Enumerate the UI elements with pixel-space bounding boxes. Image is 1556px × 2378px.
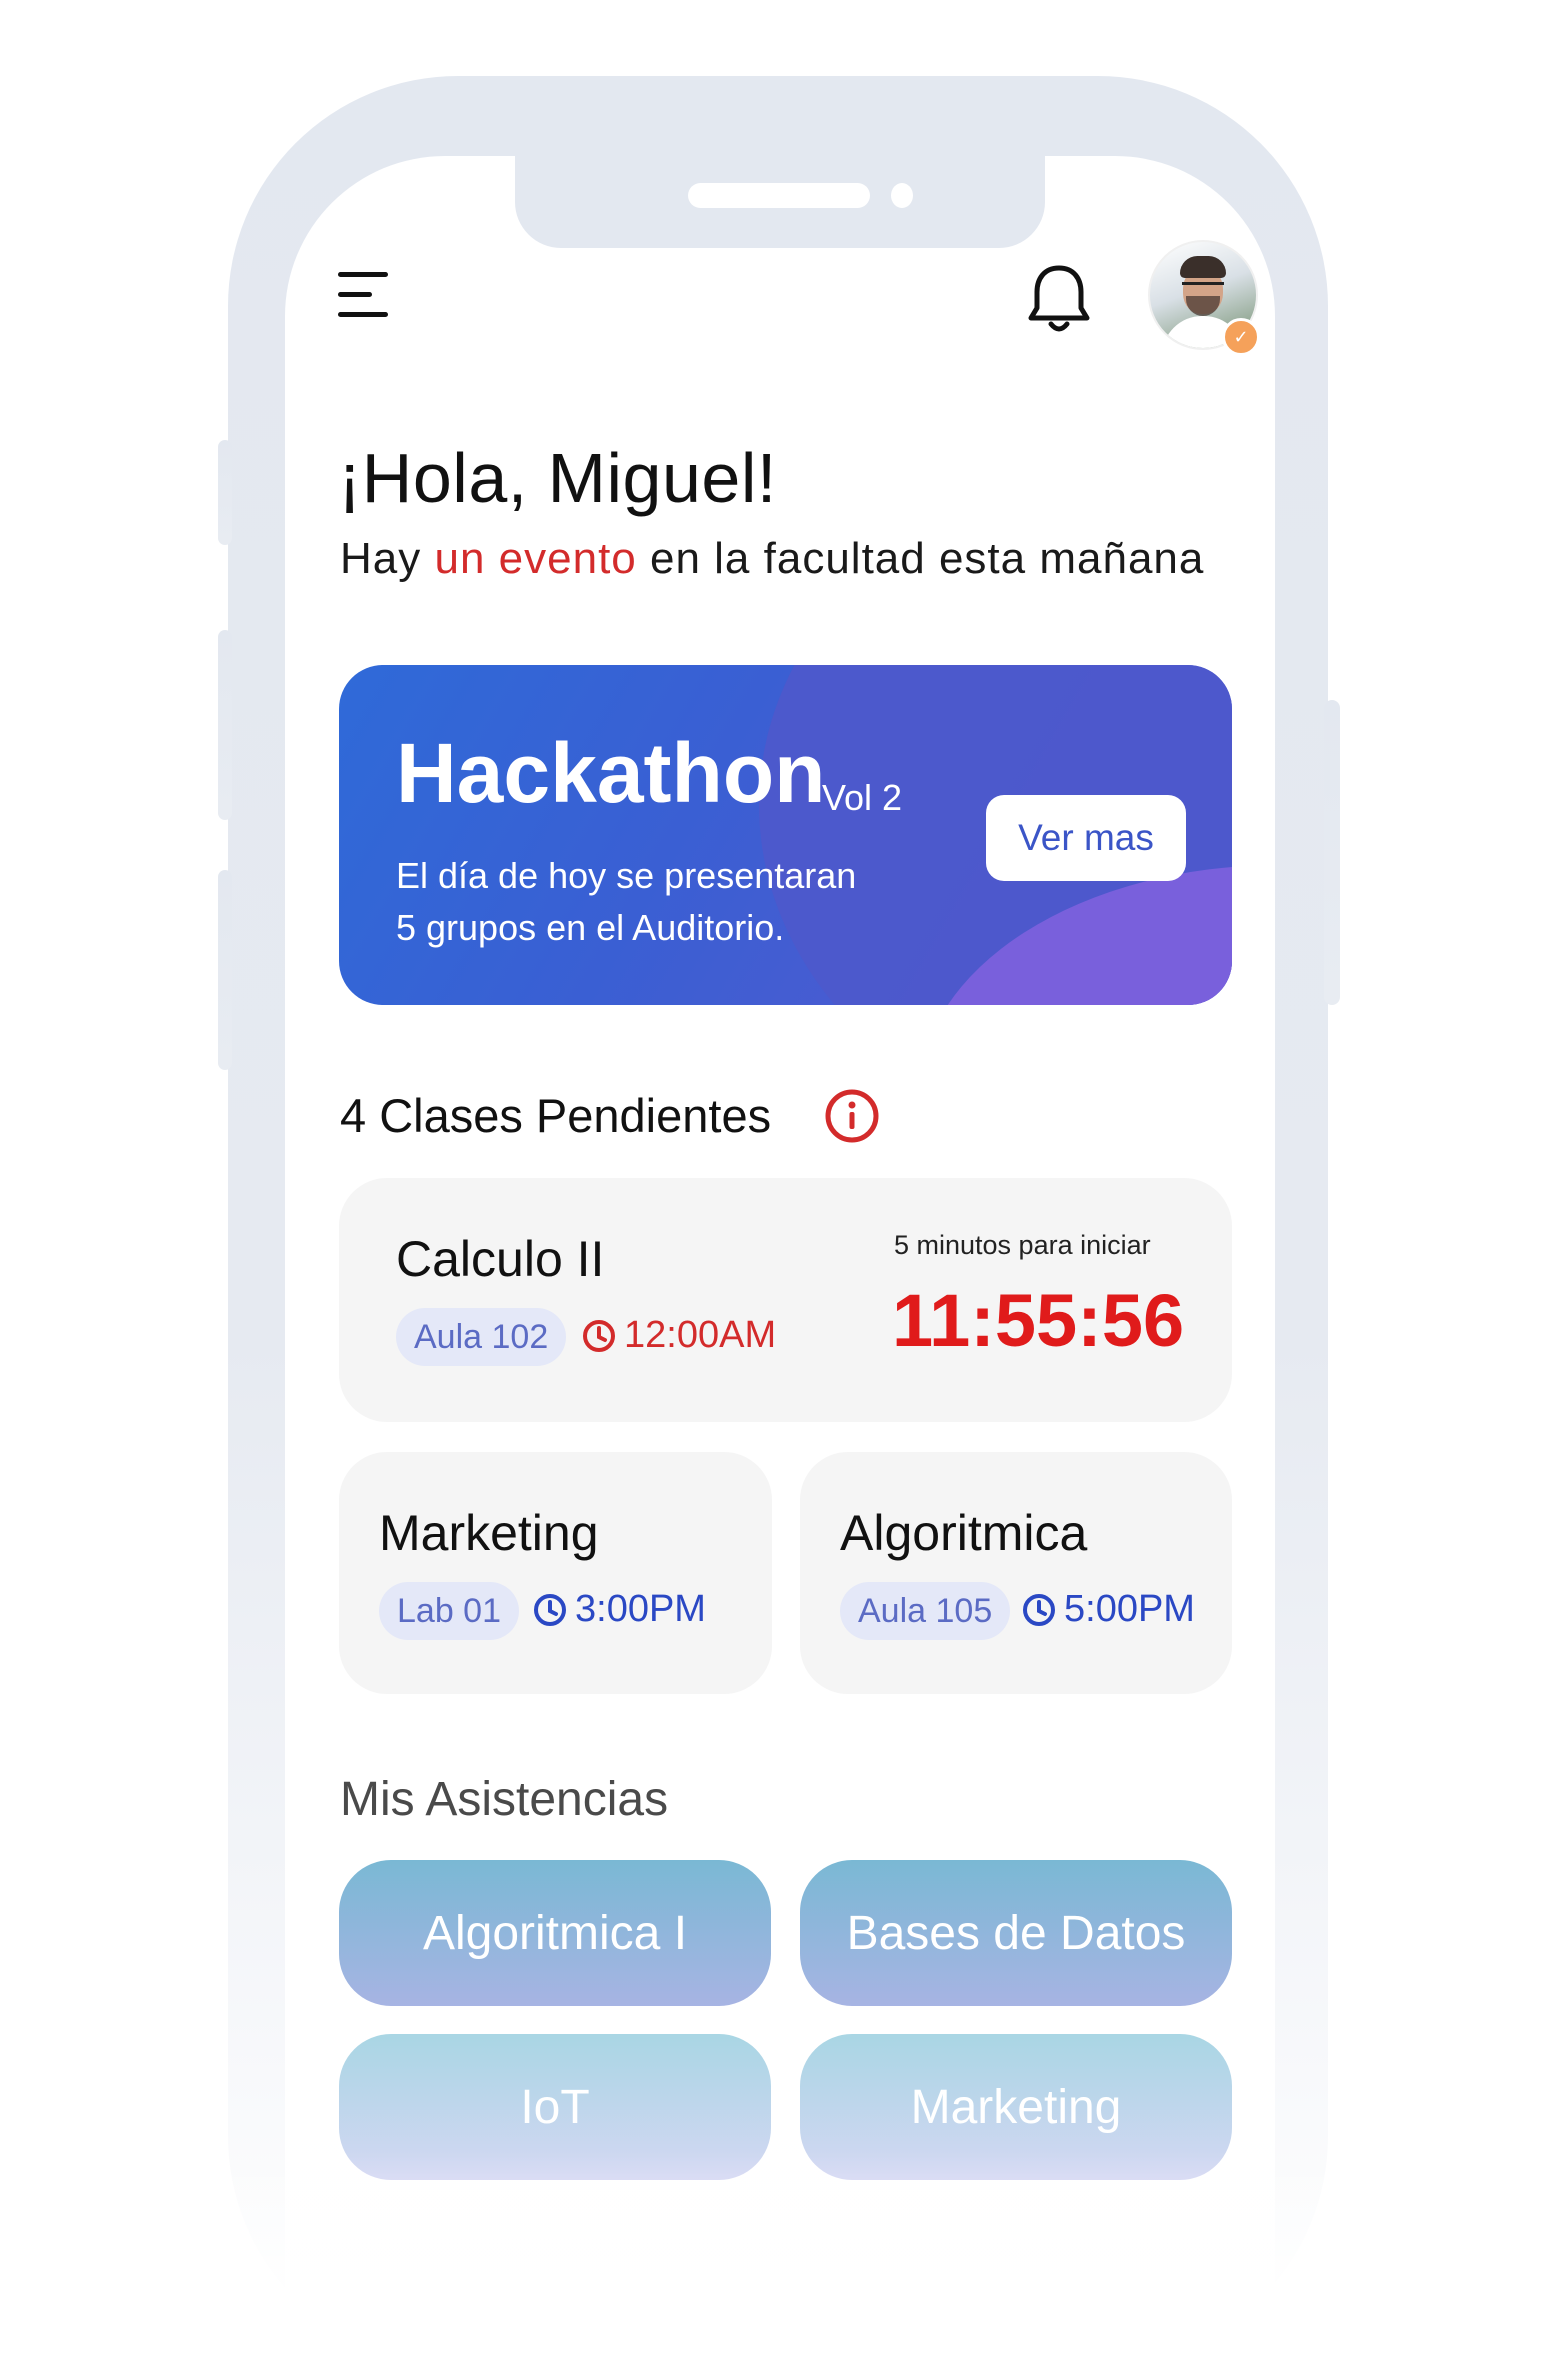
subtitle-pre: Hay <box>340 534 435 583</box>
class-name: Algoritmica <box>840 1505 1088 1561</box>
event-description: El día de hoy se presentaran 5 grupos en… <box>396 850 916 954</box>
phone-volume-down-button <box>218 870 232 1070</box>
greeting-title: ¡Hola, Miguel! <box>338 439 777 517</box>
phone-mute-switch <box>218 440 232 545</box>
event-description-line1: El día de hoy se presentaran <box>396 855 857 896</box>
subtitle-highlight[interactable]: un evento <box>434 534 636 583</box>
class-time: 3:00PM <box>533 1588 706 1631</box>
event-card[interactable]: Hackathon Vol 2 El día de hoy se present… <box>339 665 1232 1005</box>
class-name: Marketing <box>379 1505 599 1561</box>
notch-speaker <box>688 183 870 208</box>
clock-icon <box>583 1319 615 1352</box>
room-badge: Aula 105 <box>840 1582 1011 1640</box>
avatar-hair <box>1180 256 1226 278</box>
clock-icon <box>534 1593 566 1626</box>
avatar-glasses <box>1182 282 1224 295</box>
event-title: Hackathon <box>396 726 826 820</box>
class-card[interactable]: Algoritmica Aula 105 5:00PM <box>800 1452 1232 1694</box>
class-time: 5:00PM <box>1022 1588 1195 1631</box>
class-time-value: 5:00PM <box>1064 1588 1195 1630</box>
attendance-button[interactable]: IoT <box>339 2034 771 2180</box>
clock-icon <box>1023 1593 1055 1626</box>
verified-check-icon: ✓ <box>1222 318 1260 356</box>
countdown-label: 5 minutos para iniciar <box>894 1230 1151 1260</box>
countdown-timer: 11:55:56 <box>892 1279 1185 1362</box>
phone-volume-up-button <box>218 630 232 820</box>
event-description-line2: 5 grupos en el Auditorio. <box>396 907 785 948</box>
class-name: Calculo II <box>396 1231 605 1287</box>
pending-classes-title: 4 Clases Pendientes <box>340 1089 772 1142</box>
hamburger-menu-icon[interactable] <box>338 270 394 320</box>
class-card-featured[interactable]: Calculo II Aula 102 12:00AM 5 minutos pa… <box>339 1178 1232 1422</box>
subtitle-post: en la facultad esta mañana <box>636 534 1205 583</box>
notch-camera <box>891 183 913 208</box>
ver-mas-button[interactable]: Ver mas <box>986 795 1186 881</box>
class-time-value: 12:00AM <box>624 1314 777 1356</box>
bell-icon[interactable] <box>1024 262 1094 336</box>
class-card[interactable]: Marketing Lab 01 3:00PM <box>339 1452 772 1694</box>
class-time: 12:00AM <box>582 1314 776 1357</box>
class-time-value: 3:00PM <box>575 1588 706 1630</box>
attendance-title: Mis Asistencias <box>340 1773 669 1826</box>
info-icon[interactable] <box>824 1088 880 1144</box>
attendance-button[interactable]: Marketing <box>800 2034 1232 2180</box>
event-volume: Vol 2 <box>822 777 903 818</box>
greeting-subtitle: Hay un evento en la facultad esta mañana <box>340 534 1204 584</box>
phone-power-button <box>1324 700 1340 1005</box>
avatar-beard <box>1186 296 1220 316</box>
attendance-button[interactable]: Algoritmica I <box>339 1860 771 2006</box>
room-badge: Lab 01 <box>379 1582 519 1640</box>
room-badge: Aula 102 <box>396 1308 567 1366</box>
attendance-button[interactable]: Bases de Datos <box>800 1860 1232 2006</box>
